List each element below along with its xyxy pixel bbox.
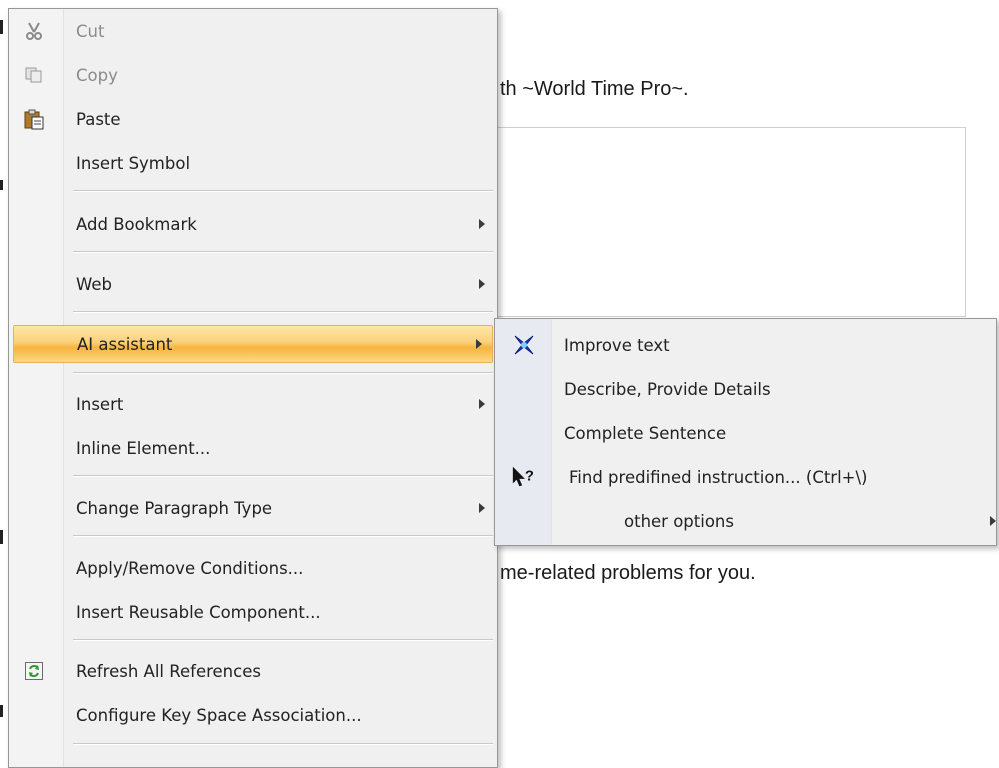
submenu-item-complete-sentence[interactable]: Complete Sentence bbox=[497, 413, 994, 453]
menu-item-label: Copy bbox=[76, 65, 118, 85]
menu-separator bbox=[73, 190, 493, 192]
submenu-item-label: Improve text bbox=[564, 335, 670, 355]
menu-item-change-paragraph-type[interactable]: Change Paragraph Type bbox=[11, 489, 495, 527]
document-text-box[interactable] bbox=[470, 127, 966, 317]
menu-item-label: Refresh All References bbox=[76, 661, 261, 681]
submenu-item-describe-provide-details[interactable]: Describe, Provide Details bbox=[497, 369, 994, 409]
menu-item-inline-element[interactable]: Inline Element... bbox=[11, 429, 495, 467]
menu-item-label: Cut bbox=[76, 21, 105, 41]
menu-item-label: AI assistant bbox=[77, 334, 173, 354]
help-pointer-icon: ? bbox=[511, 464, 537, 490]
menu-item-label: Paste bbox=[76, 109, 121, 129]
menu-item-insert-reusable-component[interactable]: Insert Reusable Component... bbox=[11, 593, 495, 631]
svg-text:?: ? bbox=[525, 469, 534, 485]
menu-separator bbox=[73, 251, 493, 253]
submenu-item-find-predefined-instruction[interactable]: ? Find predifined instruction... (Ctrl+\… bbox=[497, 457, 994, 497]
menu-item-label: Apply/Remove Conditions... bbox=[76, 558, 304, 578]
sparkle-x-icon bbox=[511, 332, 537, 358]
document-line-1: th ~World Time Pro~. bbox=[500, 78, 689, 100]
menu-item-label: Web bbox=[76, 274, 112, 294]
submenu-item-label: other options bbox=[624, 511, 734, 531]
menu-item-label: Add Bookmark bbox=[76, 214, 197, 234]
menu-item-label: Change Paragraph Type bbox=[76, 498, 273, 518]
submenu-item-label: Find predifined instruction... (Ctrl+\) bbox=[569, 467, 868, 487]
menu-separator bbox=[73, 743, 493, 745]
paste-icon bbox=[23, 108, 45, 130]
edge-mark bbox=[0, 705, 3, 717]
menu-item-configure-key-space-association[interactable]: Configure Key Space Association... bbox=[11, 696, 495, 734]
menu-item-label: Insert Reusable Component... bbox=[76, 602, 321, 622]
menu-separator bbox=[73, 372, 493, 374]
submenu-arrow-icon bbox=[990, 516, 996, 526]
submenu-item-label: Describe, Provide Details bbox=[564, 379, 771, 399]
submenu-arrow-icon bbox=[479, 399, 485, 409]
menu-item-cut[interactable]: Cut bbox=[11, 12, 495, 50]
submenu-item-label: Complete Sentence bbox=[564, 423, 727, 443]
edge-mark bbox=[0, 180, 3, 190]
edge-mark bbox=[0, 530, 3, 544]
menu-item-label: Configure Key Space Association... bbox=[76, 705, 362, 725]
menu-item-insert-symbol[interactable]: Insert Symbol bbox=[11, 144, 495, 182]
menu-item-web[interactable]: Web bbox=[11, 265, 495, 303]
menu-separator bbox=[73, 639, 493, 641]
submenu-arrow-icon bbox=[479, 279, 485, 289]
menu-item-insert[interactable]: Insert bbox=[11, 385, 495, 423]
menu-item-label: Insert bbox=[76, 394, 124, 414]
menu-item-copy[interactable]: Copy bbox=[11, 56, 495, 94]
scissors-icon bbox=[23, 20, 45, 42]
context-menu: Cut Copy Paste Insert Symbol Add Bookmar… bbox=[8, 8, 498, 768]
ai-assistant-submenu: Improve text Describe, Provide Details C… bbox=[494, 318, 997, 546]
menu-item-apply-remove-conditions[interactable]: Apply/Remove Conditions... bbox=[11, 549, 495, 587]
menu-separator bbox=[73, 311, 493, 313]
menu-item-ai-assistant[interactable]: AI assistant bbox=[13, 325, 493, 363]
submenu-item-other-options[interactable]: other options bbox=[497, 501, 996, 541]
menu-item-paste[interactable]: Paste bbox=[11, 100, 495, 138]
copy-icon bbox=[23, 64, 45, 86]
menu-separator bbox=[73, 475, 493, 477]
document-line-2: me-related problems for you. bbox=[500, 562, 756, 584]
menu-item-add-bookmark[interactable]: Add Bookmark bbox=[11, 205, 495, 243]
menu-item-label: Inline Element... bbox=[76, 438, 211, 458]
edge-mark bbox=[0, 20, 3, 34]
menu-item-refresh-all-references[interactable]: Refresh All References bbox=[11, 652, 495, 690]
menu-item-label: Insert Symbol bbox=[76, 153, 191, 173]
submenu-item-improve-text[interactable]: Improve text bbox=[497, 325, 994, 365]
menu-separator bbox=[73, 535, 493, 537]
submenu-arrow-icon bbox=[479, 503, 485, 513]
submenu-arrow-icon bbox=[476, 339, 482, 349]
refresh-icon bbox=[23, 660, 45, 682]
submenu-arrow-icon bbox=[479, 219, 485, 229]
